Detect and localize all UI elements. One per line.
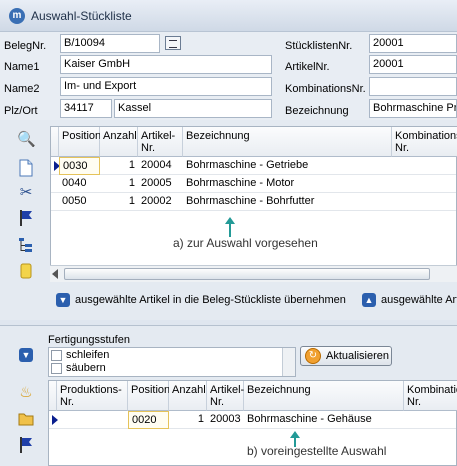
annotation-a: a) zur Auswahl vorgesehen [173, 236, 318, 250]
folder-icon[interactable] [17, 410, 35, 428]
column-header-artikelnr[interactable]: Artikel- Nr. [207, 381, 244, 411]
update-button-label: Aktualisieren [326, 350, 389, 362]
collapse-icon[interactable]: ▼ [17, 346, 35, 364]
cell-artikelnr[interactable]: 20005 [138, 175, 183, 193]
lookup-icon[interactable] [165, 36, 181, 50]
checkbox-saeubern[interactable] [51, 362, 62, 374]
cell-anzahl[interactable]: 1 [100, 193, 138, 211]
ort-field[interactable]: Kassel [114, 99, 272, 118]
cell-position[interactable]: 0030 [59, 157, 100, 175]
column-header-produktion[interactable]: Produktions- Nr. [57, 381, 128, 411]
option-saeubern-label: säubern [66, 362, 106, 374]
kombinationsnr-label: KombinationsNr. [285, 83, 366, 95]
preset-items-grid: Produktions- Nr. Position Anzahl Artikel… [48, 380, 457, 466]
table-row[interactable]: 0050 1 20002 Bohrmaschine - Bohrfutter [51, 193, 456, 211]
cell-bezeichnung[interactable]: Bohrmaschine - Motor [183, 175, 392, 193]
transfer-selected-button[interactable]: ▼ ausgewählte Artikel in die Beleg-Stückl… [56, 292, 346, 310]
plz-ort-label: Plz/Ort [4, 105, 38, 117]
column-header-bezeichnung[interactable]: Bezeichnung [183, 127, 392, 157]
column-header-bezeichnung[interactable]: Bezeichnung [244, 381, 404, 411]
column-header-anzahl[interactable]: Anzahl [100, 127, 138, 157]
cell-bezeichnung[interactable]: Bohrmaschine - Gehäuse [244, 411, 404, 429]
chevron-down-icon: ▼ [19, 348, 33, 363]
update-button[interactable]: ↻ Aktualisieren [300, 346, 392, 366]
flag-icon[interactable] [17, 209, 35, 227]
cell-anzahl[interactable]: 1 [100, 175, 138, 193]
cell-produktion[interactable] [57, 411, 128, 429]
cell-kombination[interactable] [392, 175, 456, 193]
refresh-icon: ↻ [305, 348, 321, 364]
chevron-up-icon: ▲ [362, 293, 376, 308]
checkbox-schleifen[interactable] [51, 349, 62, 361]
cell-bezeichnung[interactable]: Bohrmaschine - Getriebe [183, 157, 392, 175]
chevron-down-icon: ▼ [56, 293, 70, 308]
cell-artikelnr[interactable]: 20002 [138, 193, 183, 211]
plz-field[interactable]: 34117 [60, 99, 112, 118]
bell-icon[interactable]: ♨ [17, 384, 35, 402]
list-scrollbar[interactable] [282, 348, 295, 376]
artikelnr-label: ArtikelNr. [285, 61, 330, 73]
fertigungsstufen-label: Fertigungsstufen [48, 334, 130, 346]
table-row[interactable]: 0040 1 20005 Bohrmaschine - Motor [51, 175, 456, 193]
title-bar: m Auswahl-Stückliste [0, 0, 457, 32]
tree-icon[interactable] [17, 236, 35, 254]
table-row[interactable]: 0020 1 20003 Bohrmaschine - Gehäuse [49, 411, 456, 429]
bezeichnung-field[interactable]: Bohrmaschine Pro [369, 99, 457, 118]
column-header-kombination[interactable]: Kombinations Nr. [392, 127, 457, 157]
kombinationsnr-field[interactable] [369, 77, 457, 96]
app-logo-icon: m [9, 8, 25, 24]
scroll-left-icon[interactable] [52, 269, 58, 279]
cell-kombination[interactable] [392, 157, 456, 175]
annotation-b: b) voreingestellte Auswahl [247, 444, 387, 458]
row-indicator-header [51, 127, 59, 157]
search-icon[interactable]: 🔍 [17, 131, 36, 149]
stuecklistennr-label: StücklistenNr. [285, 40, 353, 52]
note-icon[interactable] [17, 262, 35, 280]
name1-field[interactable]: Kaiser GmbH [60, 55, 272, 74]
belegnr-field[interactable]: B/10094 [60, 34, 160, 53]
annotation-arrow-icon [225, 217, 235, 237]
bezeichnung-label: Bezeichnung [285, 105, 349, 117]
cell-anzahl[interactable]: 1 [169, 411, 207, 429]
flag-icon[interactable] [17, 436, 35, 454]
cell-position[interactable]: 0040 [59, 175, 100, 193]
available-items-grid: Position Anzahl Artikel- Nr. Bezeichnung… [50, 126, 457, 266]
new-document-icon[interactable] [17, 159, 35, 177]
transfer-selected-up-button[interactable]: ▲ ausgewählte Arti [362, 292, 457, 310]
option-schleifen-label: schleifen [66, 349, 110, 361]
transfer-selected-label: ausgewählte Artikel in die Beleg-Stückli… [75, 294, 346, 306]
list-item[interactable]: schleifen [51, 349, 109, 363]
name1-label: Name1 [4, 61, 40, 73]
cell-artikelnr[interactable]: 20004 [138, 157, 183, 175]
column-header-anzahl[interactable]: Anzahl [169, 381, 207, 411]
column-header-position[interactable]: Position [128, 381, 170, 411]
belegnr-label: BelegNr. [4, 40, 47, 52]
cell-kombination[interactable] [404, 411, 456, 429]
artikelnr-field[interactable]: 20001 [369, 55, 457, 74]
transfer-selected-up-label: ausgewählte Arti [381, 294, 457, 306]
list-item[interactable]: säubern [51, 362, 106, 376]
cell-bezeichnung[interactable]: Bohrmaschine - Bohrfutter [183, 193, 392, 211]
table-row[interactable]: 0030 1 20004 Bohrmaschine - Getriebe [51, 157, 456, 175]
cut-icon[interactable]: ✂ [17, 184, 35, 202]
cell-position[interactable]: 0020 [128, 411, 169, 429]
cell-anzahl[interactable]: 1 [100, 157, 138, 175]
column-header-kombination[interactable]: Kombination Nr. [404, 381, 457, 411]
name2-field[interactable]: Im- und Export [60, 77, 272, 96]
scrollbar-thumb[interactable] [64, 268, 430, 280]
name2-label: Name2 [4, 83, 40, 95]
horizontal-scrollbar[interactable] [50, 265, 457, 282]
cell-position[interactable]: 0050 [59, 193, 100, 211]
column-header-artikelnr[interactable]: Artikel- Nr. [138, 127, 183, 157]
row-indicator-header [49, 381, 57, 411]
window-title: Auswahl-Stückliste [31, 9, 132, 23]
cell-kombination[interactable] [392, 193, 456, 211]
column-header-position[interactable]: Position [59, 127, 101, 157]
fertigungsstufen-list[interactable]: schleifen säubern [48, 347, 296, 377]
cell-artikelnr[interactable]: 20003 [207, 411, 244, 429]
stuecklistennr-field[interactable]: 20001 [369, 34, 457, 53]
